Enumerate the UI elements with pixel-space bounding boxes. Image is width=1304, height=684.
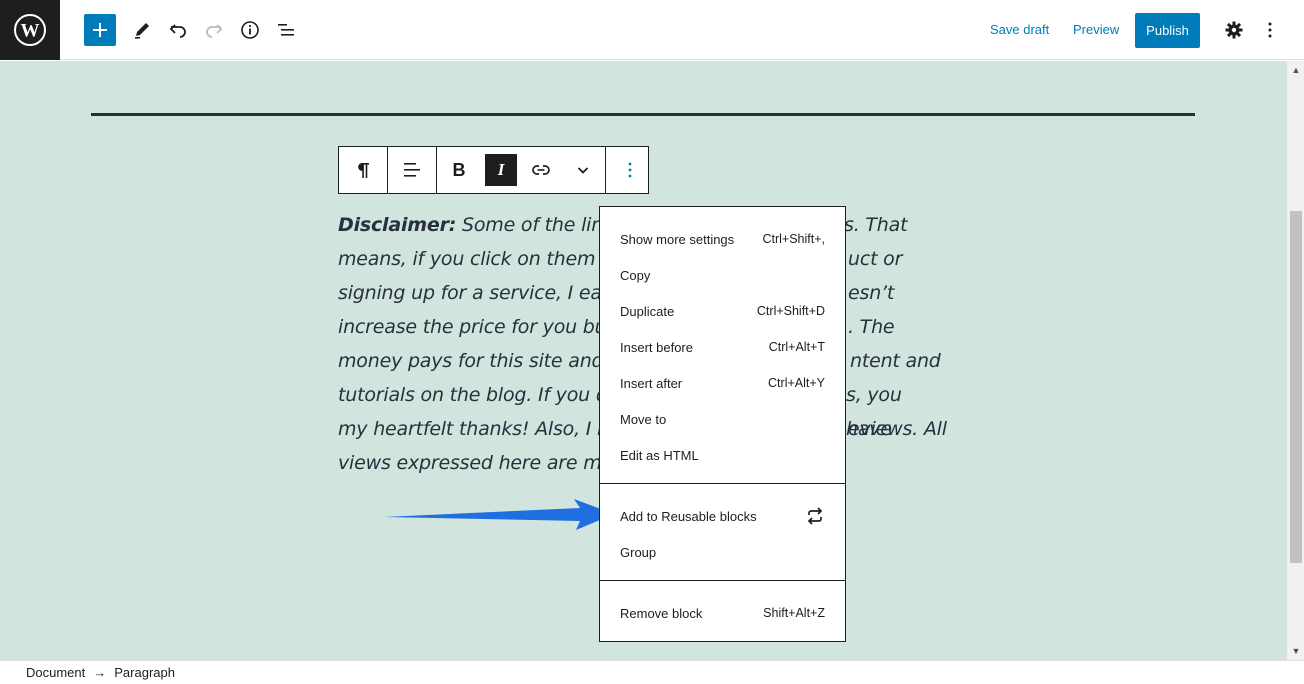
italic-button[interactable]: I	[485, 154, 517, 186]
annotation-arrow-icon	[384, 499, 614, 530]
edit-as-html-item[interactable]: Edit as HTML	[600, 437, 845, 473]
options-group	[606, 147, 654, 193]
canvas-scrollbar[interactable]: ▲ ▼	[1286, 61, 1304, 660]
show-more-settings-item[interactable]: Show more settings Ctrl+Shift+,	[600, 221, 845, 257]
publish-button[interactable]: Publish	[1135, 13, 1200, 48]
details-button[interactable]	[234, 14, 266, 46]
svg-text:W: W	[21, 21, 40, 42]
remove-block-item[interactable]: Remove block Shift+Alt+Z	[600, 595, 845, 631]
menu-group-general: Show more settings Ctrl+Shift+, Copy Dup…	[600, 207, 845, 484]
redo-button[interactable]	[198, 14, 230, 46]
undo-button[interactable]	[162, 14, 194, 46]
align-group	[388, 147, 437, 193]
chevron-down-icon	[577, 167, 589, 174]
wordpress-logo-icon: W	[14, 14, 46, 46]
editor-header: W Save draft Preview Publish	[0, 0, 1304, 60]
group-item[interactable]: Group	[600, 534, 845, 570]
list-view-button[interactable]	[270, 14, 302, 46]
menu-group-remove: Remove block Shift+Alt+Z	[600, 581, 845, 641]
block-switcher-group	[339, 147, 388, 193]
save-draft-button[interactable]: Save draft	[990, 22, 1049, 37]
add-block-button[interactable]	[84, 14, 116, 46]
more-vertical-icon	[628, 162, 632, 178]
settings-button[interactable]	[1218, 14, 1250, 46]
insert-after-item[interactable]: Insert after Ctrl+Alt+Y	[600, 365, 845, 401]
align-left-icon	[404, 163, 420, 177]
menu-group-reusable: Add to Reusable blocks Group	[600, 484, 845, 581]
block-toolbar: B I	[338, 146, 649, 194]
options-button[interactable]	[1254, 14, 1286, 46]
bold-button[interactable]: B	[437, 147, 481, 193]
more-vertical-icon	[1268, 22, 1272, 38]
wordpress-logo-button[interactable]: W	[0, 0, 60, 60]
link-button[interactable]	[521, 147, 561, 193]
more-formatting-button[interactable]	[561, 147, 605, 193]
scroll-down-icon[interactable]: ▼	[1287, 642, 1304, 660]
list-view-icon	[278, 24, 294, 36]
pilcrow-icon	[358, 163, 369, 178]
breadcrumb-paragraph[interactable]: Paragraph	[114, 665, 175, 680]
breadcrumb-document[interactable]: Document	[26, 665, 85, 680]
redo-icon	[206, 24, 223, 38]
block-breadcrumb: Document → Paragraph	[0, 660, 1304, 684]
undo-icon	[169, 24, 186, 38]
preview-button[interactable]: Preview	[1073, 22, 1119, 37]
move-to-item[interactable]: Move to	[600, 401, 845, 437]
paragraph-transform-button[interactable]	[339, 147, 387, 193]
add-to-reusable-blocks-item[interactable]: Add to Reusable blocks	[600, 498, 845, 534]
plus-icon	[93, 23, 107, 37]
block-options-button[interactable]	[606, 147, 654, 193]
pencil-icon	[135, 23, 149, 39]
tools-button[interactable]	[126, 14, 158, 46]
disclaimer-label: Disclaimer:	[338, 214, 457, 236]
breadcrumb-separator: →	[93, 665, 107, 680]
gear-icon	[1225, 21, 1243, 39]
copy-item[interactable]: Copy	[600, 257, 845, 293]
info-icon	[241, 21, 259, 39]
insert-before-item[interactable]: Insert before Ctrl+Alt+T	[600, 329, 845, 365]
duplicate-item[interactable]: Duplicate Ctrl+Shift+D	[600, 293, 845, 329]
link-icon	[532, 165, 550, 175]
format-group: B I	[437, 147, 606, 193]
align-button[interactable]	[388, 147, 436, 193]
scroll-thumb[interactable]	[1290, 211, 1302, 563]
reusable-block-icon	[807, 507, 823, 525]
separator-block[interactable]	[91, 113, 1195, 116]
scroll-up-icon[interactable]: ▲	[1287, 61, 1304, 79]
block-options-menu: Show more settings Ctrl+Shift+, Copy Dup…	[599, 206, 846, 642]
